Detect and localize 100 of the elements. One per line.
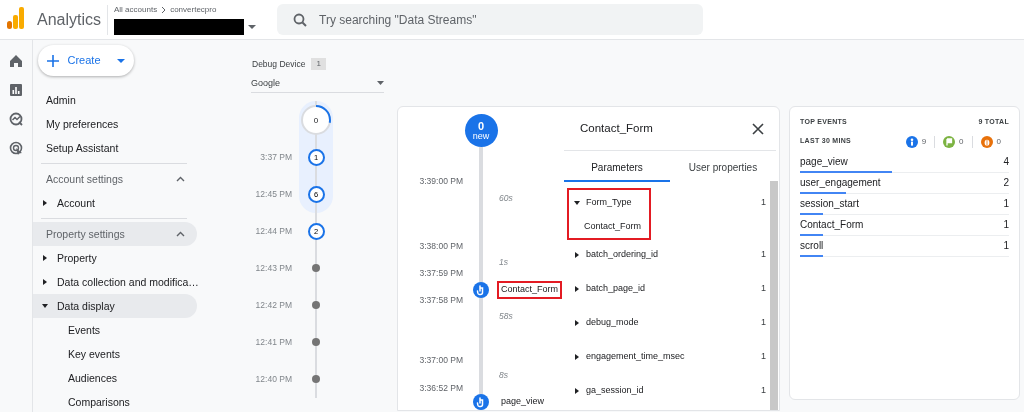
device-select[interactable]: Google [251,74,384,93]
duration-label: 1s [499,255,508,269]
timestamp: 3:37:00 PM [418,353,463,367]
parameter-count: 1 [761,316,766,330]
sidebar-item[interactable]: Data collection and modifica… [33,270,197,294]
duration-label: 8s [499,368,508,382]
expand-icon[interactable] [41,278,49,286]
count-badge: 1 [311,58,326,71]
time-label: 12:41 PM [254,335,292,349]
expand-icon[interactable] [573,285,581,293]
breadcrumb-item[interactable]: All accounts [114,4,158,15]
duration-label: 60s [499,191,513,205]
sidebar-item[interactable]: Account [33,191,197,215]
search-icon [293,13,307,27]
event-count: 1 [1003,197,1009,211]
sidebar-subitem[interactable]: Events [33,318,197,342]
sidebar-subitem[interactable]: Comparisons [33,390,197,412]
timestamp: 3:39:00 PM [418,174,463,188]
home-icon[interactable] [9,54,23,68]
timestamp: 3:36:52 PM [418,381,463,395]
sidebar-item[interactable]: Data display [33,294,197,318]
search-field[interactable]: Try searching "Data Streams" [277,4,703,35]
plus-icon [47,54,60,67]
parameter-name[interactable]: Form_Type [586,196,632,210]
target-cursor-icon[interactable] [9,141,23,155]
caret-icon [116,58,125,63]
sidebar-link[interactable]: Setup Assistant [33,136,197,160]
counter-value: 0 [959,135,964,148]
timestamp: 3:37:59 PM [418,266,463,280]
dropdown-caret-icon [377,81,384,86]
parameter-value: Contact_Form [583,220,642,234]
logo-icon[interactable] [7,6,24,29]
counter-value: 9 [921,135,927,148]
trend-magnifier-icon[interactable] [9,112,23,126]
parameter-count: 1 [761,384,766,398]
new-events-badge[interactable]: 0 new [464,114,498,147]
chevron-right-icon [161,5,167,14]
timeline-dot[interactable] [312,264,320,273]
sidebar-subitem[interactable]: Key events [33,342,197,366]
app-name: Analytics [37,9,103,30]
sidebar-subitem[interactable]: Audiences [33,366,197,390]
collapse-icon[interactable] [573,199,581,207]
dropdown-caret-icon[interactable] [248,24,256,29]
expand-icon[interactable] [41,199,49,207]
expand-icon[interactable] [573,387,581,395]
expand-icon[interactable] [573,319,581,327]
sidebar-link[interactable]: Admin [33,88,197,112]
time-label: 12:42 PM [254,298,292,312]
chevron-up-icon [176,231,185,237]
timestamp: 3:38:00 PM [418,239,463,253]
scrollbar[interactable] [770,181,778,410]
create-button[interactable]: Create [38,45,134,76]
parameter-count: 1 [761,248,766,262]
device-label: Debug Device [252,58,306,71]
event-name[interactable]: session_start [800,196,859,211]
event-name[interactable]: page_view [499,395,547,409]
parameter-count: 1 [761,350,766,364]
event-name[interactable]: page_view [800,154,848,169]
close-icon [752,122,764,135]
event-name[interactable]: user_engagement [800,175,881,190]
section-header[interactable]: Property settings [33,222,197,246]
event-count: 1 [1003,239,1009,253]
timeline-dot[interactable] [312,338,320,347]
time-label: 12:44 PM [254,224,292,238]
section-header[interactable]: Account settings [33,167,197,191]
time-label: 3:37 PM [259,150,292,164]
event-count: 2 [1003,176,1009,190]
parameter-name[interactable]: batch_page_id [586,282,646,296]
pointer-hand-icon [473,282,489,298]
timeline-dot[interactable] [312,375,320,384]
parameter-count: 1 [761,282,766,296]
time-label: 12:40 PM [254,372,292,386]
time-label: 12:43 PM [254,261,292,275]
chevron-up-icon [176,176,185,182]
timestamp: 3:37:58 PM [418,293,463,307]
collapse-icon[interactable] [41,302,49,310]
timeline-dot[interactable] [312,301,320,310]
event-name[interactable]: Contact_Form [800,217,864,232]
panel-title: Contact_Form [580,120,653,136]
bar-chart-icon[interactable] [9,83,23,97]
duration-label: 58s [499,309,513,323]
sidebar-link[interactable]: My preferences [33,112,197,136]
event-count: 1 [1003,218,1009,232]
sidebar-item[interactable]: Property [33,246,197,270]
countdown-ring[interactable]: 0 [300,103,332,136]
close-button[interactable] [752,122,764,135]
event-name[interactable]: Contact_Form [499,283,561,297]
expand-icon[interactable] [41,254,49,262]
parameter-name[interactable]: debug_mode [586,316,639,330]
time-label: 12:45 PM [254,187,292,201]
event-count: 4 [1003,155,1009,169]
expand-icon[interactable] [573,353,581,361]
expand-icon[interactable] [573,251,581,259]
breadcrumb-item[interactable]: convertecpro [170,4,217,15]
parameter-count: 1 [761,196,766,210]
parameter-name[interactable]: engagement_time_msec [586,350,685,364]
counter-value: 0 [996,135,1001,148]
event-name[interactable]: scroll [800,238,824,253]
parameter-name[interactable]: ga_session_id [586,384,644,398]
parameter-name[interactable]: batch_ordering_id [586,248,659,262]
